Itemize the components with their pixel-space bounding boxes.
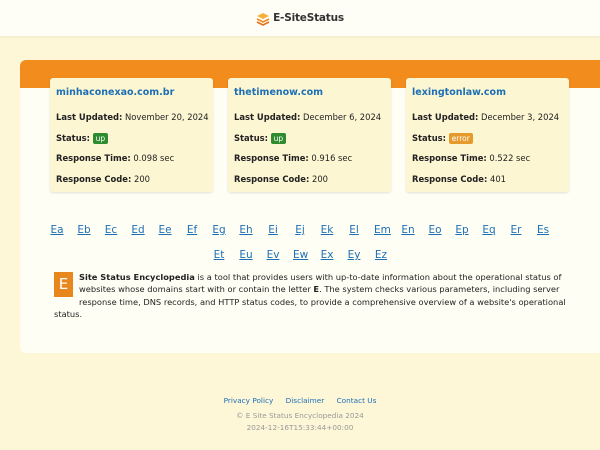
letter-badge: E: [54, 272, 73, 297]
letter-link[interactable]: Ek: [320, 224, 334, 236]
response-time-row: Response Time: 0.522 sec: [412, 153, 531, 163]
status-row: Status: error: [412, 132, 563, 153]
status-row: Status: up: [234, 132, 385, 153]
logo-icon: [256, 11, 270, 26]
letter-link[interactable]: Ed: [131, 224, 145, 236]
letter-link[interactable]: Eo: [428, 224, 442, 236]
letter-row: Et Eu Ev Ew Ex Ey Ez: [20, 243, 580, 268]
letter-link[interactable]: Ep: [455, 224, 469, 236]
letter-index: Ea Eb Ec Ed Ee Ef Eg Eh Ei Ej Ek El Em En Eo Ep Eq Er Es E…: [20, 218, 580, 268]
footer-links: Privacy Policy Disclaimer Contact Us: [0, 396, 600, 405]
letter-link[interactable]: Ex: [320, 249, 334, 261]
contact-us-link[interactable]: Contact Us: [337, 396, 377, 405]
letter-link[interactable]: Ez: [374, 249, 388, 261]
letter-link[interactable]: Et: [212, 249, 226, 261]
site-domain-link[interactable]: thetimenow.com: [234, 87, 385, 98]
site-card: lexingtonlaw.com Last Updated: December …: [406, 78, 569, 192]
header: E-SiteStatus: [0, 0, 600, 36]
site-card: thetimenow.com Last Updated: December 6,…: [228, 78, 391, 192]
letter-link[interactable]: Ef: [185, 224, 199, 236]
letter-link[interactable]: En: [401, 224, 415, 236]
main-panel: minhaconexao.com.br Last Updated: Novemb…: [20, 60, 600, 353]
status-badge: up: [92, 132, 109, 144]
timestamp: 2024-12-16T15:33:44+00:00: [246, 423, 354, 432]
status-badge: error: [448, 132, 473, 144]
letter-link[interactable]: Ee: [158, 224, 172, 236]
letter-link[interactable]: Ev: [266, 249, 280, 261]
letter-link[interactable]: Eu: [239, 249, 253, 261]
letter-link[interactable]: Es: [536, 224, 550, 236]
description: E Site Status Encyclopedia is a tool tha…: [54, 272, 566, 319]
status-row: Status: up: [56, 132, 207, 153]
letter-link[interactable]: Ej: [293, 224, 307, 236]
response-code-row: Response Code: 401: [412, 173, 507, 184]
response-code-row: Response Code: 200: [56, 173, 151, 184]
letter-link[interactable]: Ec: [104, 224, 118, 236]
site-domain-link[interactable]: minhaconexao.com.br: [56, 87, 207, 98]
footer: Privacy Policy Disclaimer Contact Us © E…: [0, 396, 600, 432]
site-domain-link[interactable]: lexingtonlaw.com: [412, 87, 563, 98]
letter-link[interactable]: El: [347, 224, 361, 236]
letter-link[interactable]: Ew: [293, 249, 308, 261]
privacy-policy-link[interactable]: Privacy Policy: [224, 396, 274, 405]
letter-link[interactable]: Eg: [212, 224, 226, 236]
copyright: © E Site Status Encyclopedia 2024: [236, 411, 364, 420]
response-time-row: Response Time: 0.098 sec: [56, 153, 175, 163]
description-title: Site Status Encyclopedia: [79, 272, 195, 282]
response-time-row: Response Time: 0.916 sec: [234, 153, 353, 163]
letter-link[interactable]: Eh: [239, 224, 253, 236]
letter-link[interactable]: Er: [509, 224, 523, 236]
status-badge: up: [270, 132, 287, 144]
site-card: minhaconexao.com.br Last Updated: Novemb…: [50, 78, 213, 192]
letter-link[interactable]: Ea: [50, 224, 64, 236]
last-updated-row: Last Updated: December 3, 2024: [412, 112, 560, 122]
response-code-row: Response Code: 200: [234, 173, 329, 184]
last-updated-row: Last Updated: November 20, 2024: [56, 112, 209, 122]
letter-link[interactable]: Em: [374, 224, 391, 236]
letter-link[interactable]: Eb: [77, 224, 91, 236]
letter-link[interactable]: Ei: [266, 224, 280, 236]
disclaimer-link[interactable]: Disclaimer: [286, 396, 325, 405]
last-updated-row: Last Updated: December 6, 2024: [234, 112, 382, 122]
logo-text: E-SiteStatus: [273, 12, 344, 24]
letter-link[interactable]: Eq: [482, 224, 496, 236]
site-logo[interactable]: E-SiteStatus: [256, 11, 344, 26]
letter-link[interactable]: Ey: [347, 249, 361, 261]
letter-row: Ea Eb Ec Ed Ee Ef Eg Eh Ei Ej Ek El Em En Eo Ep Eq Er Es: [20, 218, 580, 243]
